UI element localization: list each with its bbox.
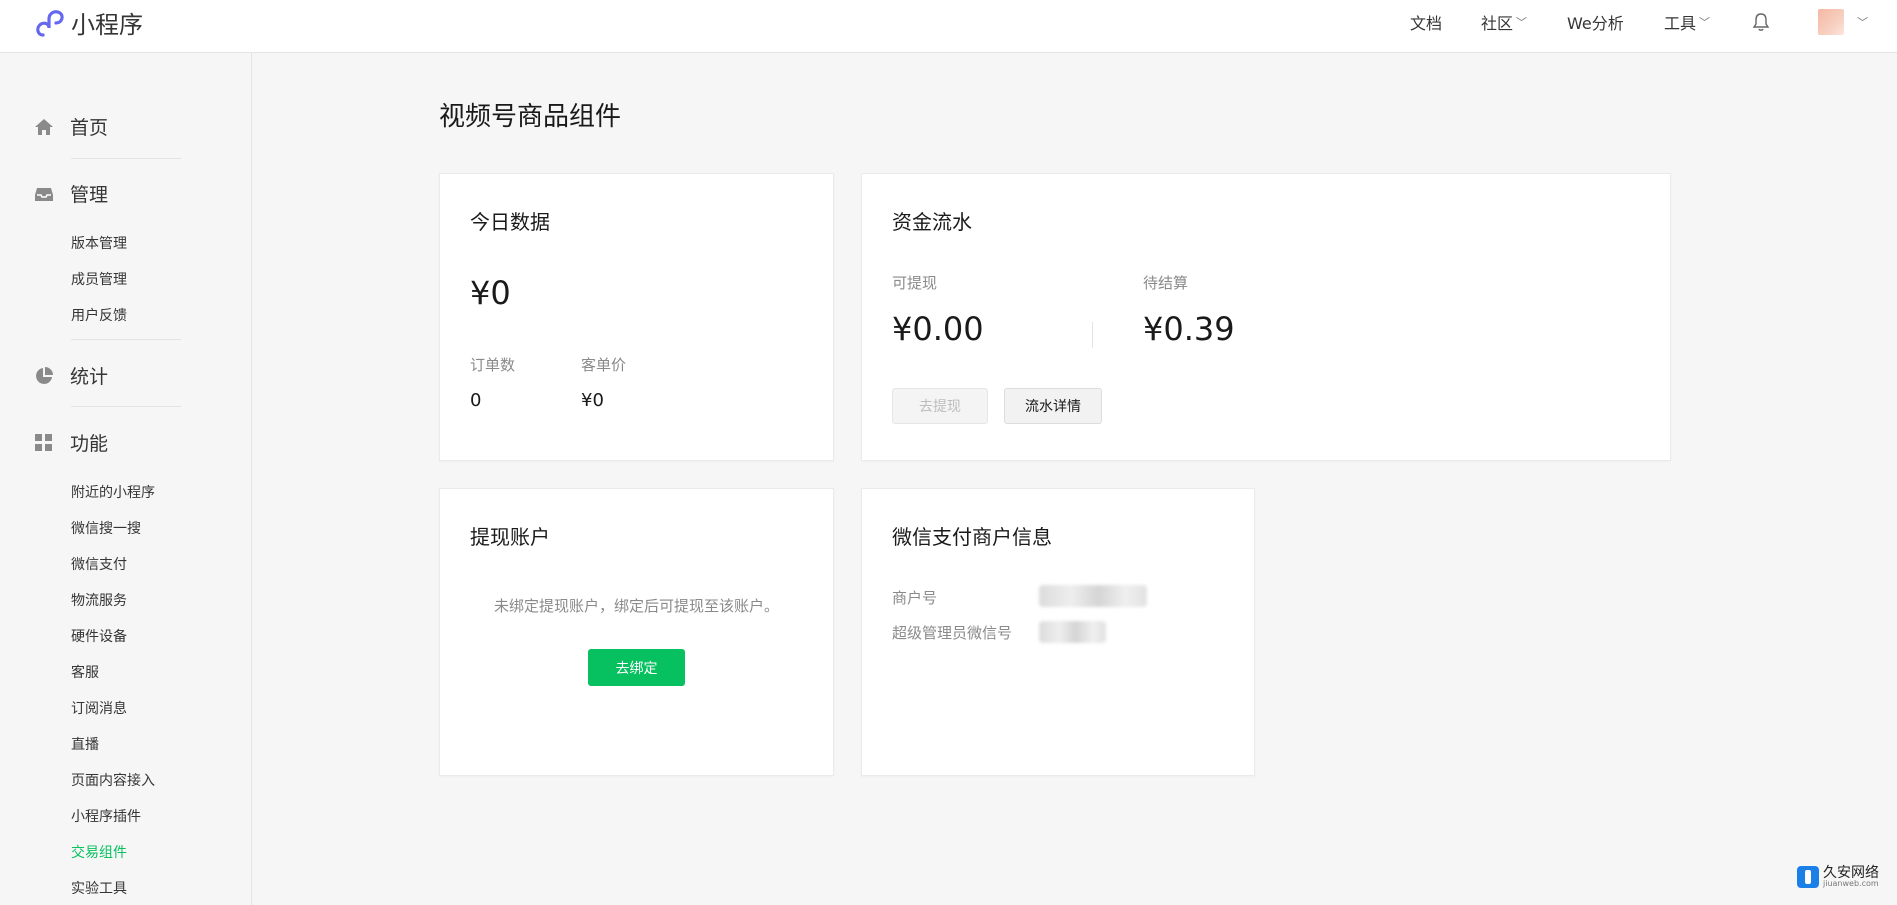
watermark-en: jiuanweb.com [1823, 879, 1879, 888]
withdraw-button[interactable]: 去提现 [892, 388, 988, 424]
sidebar-item-search[interactable]: 微信搜一搜 [71, 518, 141, 538]
unbound-message: 未绑定提现账户，绑定后可提现至该账户。 [493, 597, 779, 615]
orders-value: 0 [470, 390, 482, 411]
sidebar-item-lab-tools[interactable]: 实验工具 [71, 878, 127, 898]
pending-value: ¥0.39 [1143, 310, 1235, 348]
sidebar-item-subscribe[interactable]: 订阅消息 [71, 698, 127, 718]
nav-community[interactable]: 社区 ﹀ [1481, 0, 1527, 44]
admin-wechat-value-redacted [1039, 621, 1106, 643]
app-name: 小程序 [71, 11, 143, 39]
today-amount: ¥0 [470, 274, 511, 312]
watermark-logo-icon [1797, 866, 1819, 888]
sidebar-item-hardware[interactable]: 硬件设备 [71, 626, 127, 646]
funds-card: 资金流水 可提现 ¥0.00 待结算 ¥0.39 去提现 流水详情 [861, 173, 1671, 461]
nav-analytics[interactable]: We分析 [1567, 0, 1624, 44]
divider [1092, 322, 1093, 348]
pending-label: 待结算 [1143, 274, 1189, 292]
sidebar-item-plugins[interactable]: 小程序插件 [71, 806, 141, 826]
watermark: 久安网络 jiuanweb.com [1797, 866, 1879, 888]
chevron-down-icon[interactable]: ﹀ [1857, 14, 1868, 30]
grid-icon [35, 433, 52, 451]
sidebar-section-label: 功能 [70, 433, 109, 455]
home-icon [35, 118, 53, 135]
sidebar-item-live[interactable]: 直播 [71, 734, 99, 754]
card-title: 今日数据 [470, 210, 550, 234]
mini-program-logo-icon [36, 9, 64, 37]
card-title: 微信支付商户信息 [892, 525, 1052, 549]
bell-icon[interactable] [1752, 12, 1770, 36]
sidebar-section-features[interactable]: 功能 [34, 429, 108, 456]
sidebar-item-logistics[interactable]: 物流服务 [71, 590, 127, 610]
sidebar: 首页 管理 版本管理 成员管理 用户反馈 统计 功能 附近的小程序 微信搜一搜 … [0, 53, 252, 905]
nav-tools[interactable]: 工具 ﹀ [1664, 0, 1710, 44]
flow-details-button[interactable]: 流水详情 [1004, 388, 1102, 424]
sidebar-item-service[interactable]: 客服 [71, 662, 99, 682]
sidebar-item-versions[interactable]: 版本管理 [71, 233, 127, 253]
sidebar-item-stats[interactable]: 统计 [34, 362, 108, 389]
sidebar-item-home[interactable]: 首页 [34, 113, 108, 140]
sidebar-item-nearby[interactable]: 附近的小程序 [71, 482, 155, 502]
watermark-cn: 久安网络 [1823, 865, 1879, 881]
sidebar-item-label: 首页 [70, 117, 109, 139]
nav-docs[interactable]: 文档 [1410, 0, 1442, 44]
avg-price-value: ¥0 [581, 390, 604, 411]
sidebar-section-label: 管理 [70, 184, 109, 206]
sidebar-item-pay[interactable]: 微信支付 [71, 554, 127, 574]
card-title: 提现账户 [470, 525, 550, 549]
chevron-down-icon: ﹀ [1699, 16, 1711, 29]
inbox-icon [35, 187, 53, 201]
logo[interactable]: 小程序 [33, 5, 143, 40]
chevron-down-icon: ﹀ [1516, 16, 1528, 29]
sidebar-item-members[interactable]: 成员管理 [71, 269, 127, 289]
sidebar-divider [71, 339, 181, 340]
bind-account-button[interactable]: 去绑定 [588, 649, 685, 686]
nav-community-label: 社区 [1481, 14, 1514, 33]
sidebar-item-feedback[interactable]: 用户反馈 [71, 305, 127, 325]
sidebar-item-page-content[interactable]: 页面内容接入 [71, 770, 155, 790]
page-title: 视频号商品组件 [439, 102, 622, 132]
merchant-id-label: 商户号 [892, 589, 938, 607]
sidebar-divider [71, 158, 181, 159]
merchant-id-value-redacted [1039, 585, 1147, 607]
orders-label: 订单数 [470, 356, 516, 374]
today-data-card: 今日数据 ¥0 订单数 0 客单价 ¥0 [439, 173, 834, 461]
avatar[interactable] [1818, 9, 1844, 35]
admin-wechat-label: 超级管理员微信号 [892, 624, 1013, 642]
merchant-info-card: 微信支付商户信息 商户号 超级管理员微信号 [861, 488, 1255, 776]
nav-tools-label: 工具 [1664, 14, 1697, 33]
withdraw-account-card: 提现账户 未绑定提现账户，绑定后可提现至该账户。 去绑定 [439, 488, 834, 776]
nav-analytics-label: We分析 [1567, 14, 1624, 33]
avg-price-label: 客单价 [581, 356, 627, 374]
nav-docs-label: 文档 [1410, 14, 1443, 33]
withdrawable-value: ¥0.00 [892, 310, 984, 348]
sidebar-item-label: 统计 [70, 366, 109, 388]
sidebar-section-manage[interactable]: 管理 [34, 180, 108, 207]
pie-chart-icon [36, 366, 53, 384]
card-title: 资金流水 [892, 210, 972, 234]
sidebar-item-trade-component[interactable]: 交易组件 [71, 842, 127, 862]
top-bar: 小程序 文档 社区 ﹀ We分析 工具 ﹀ ﹀ [0, 0, 1897, 53]
withdrawable-label: 可提现 [892, 274, 938, 292]
sidebar-divider [71, 406, 181, 407]
